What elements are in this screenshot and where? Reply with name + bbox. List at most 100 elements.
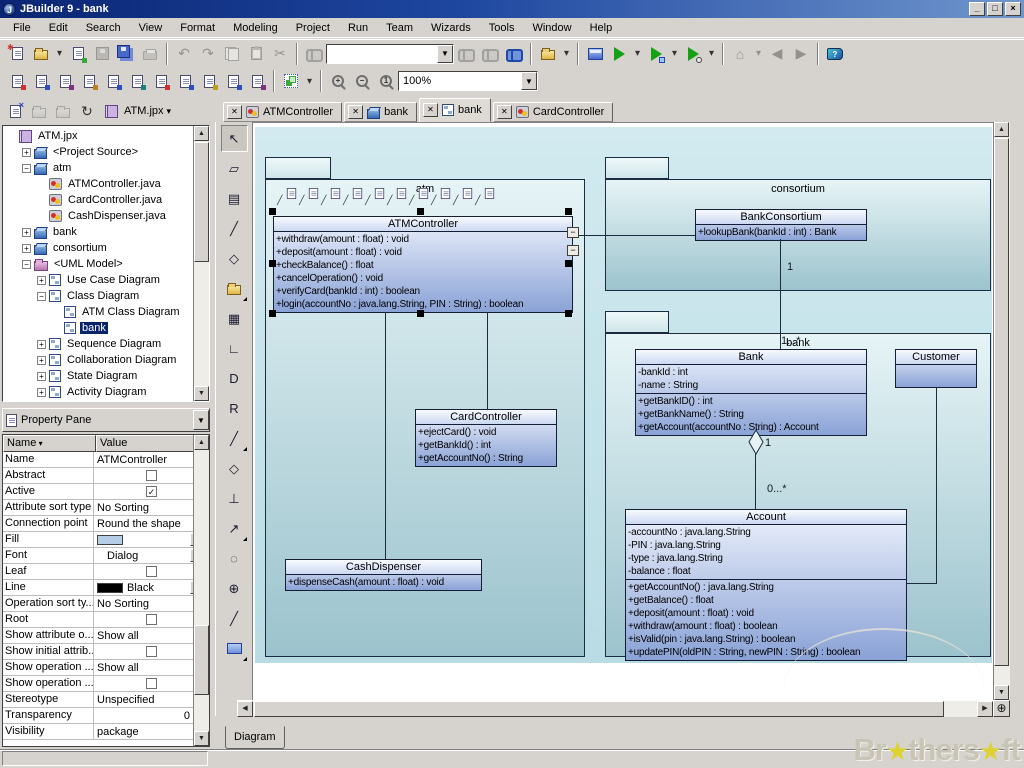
menu-project[interactable]: Project [287,20,339,36]
property-row-stereotype[interactable]: StereotypeUnspecified [3,692,209,708]
save-all-button[interactable] [114,42,138,66]
tree-item-atm[interactable]: −atm [3,160,209,176]
editor-tab-bank[interactable]: ✕bank [344,102,417,122]
tree-item--uml-model-[interactable]: −<UML Model> [3,256,209,272]
property-value[interactable]: Black... [94,580,209,595]
expand-toggle-icon[interactable]: + [22,244,31,253]
property-row-name[interactable]: NameATMController [3,452,209,468]
title-bar[interactable]: J JBuilder 9 - bank _ □ × [0,0,1024,18]
selection-handle[interactable] [417,208,424,215]
tree-item-bank[interactable]: bank [3,320,209,336]
menu-run[interactable]: Run [339,20,377,36]
property-row-fill[interactable]: Fill... [3,532,209,548]
uml-tool-1[interactable] [5,69,29,93]
tab-diagram[interactable]: Diagram [225,726,285,749]
note-tool[interactable]: ▤ [221,185,248,212]
association-tool[interactable]: ╱ [221,215,248,242]
property-pane-header[interactable]: Property Pane ▼ [2,408,210,432]
property-value[interactable]: Show all [94,628,209,643]
add-generalization-button[interactable] [387,187,407,204]
property-value[interactable] [94,612,209,627]
menu-team[interactable]: Team [377,20,422,36]
selection-handle[interactable] [417,310,424,317]
selection-handle[interactable] [269,260,276,267]
scroll-down-icon[interactable]: ▼ [194,731,209,746]
close-button[interactable]: × [1005,2,1021,16]
link-tool[interactable]: ╱ [221,425,248,452]
aggregation-link-tool[interactable]: ◇ [221,245,248,272]
chevron-down-icon[interactable]: ▼ [521,72,537,90]
property-row-show-initial-attrib-[interactable]: Show initial attrib... [3,644,209,660]
menu-view[interactable]: View [130,20,172,36]
runtime-config-button[interactable] [536,42,560,66]
property-value[interactable] [94,644,209,659]
checkbox-icon[interactable] [146,566,157,577]
property-row-font[interactable]: FontDialog... [3,548,209,564]
state-tool[interactable]: ◌ [221,545,248,572]
tree-item--project-source-[interactable]: +<Project Source> [3,144,209,160]
uml-tool-2[interactable] [29,69,53,93]
uml-tool-10[interactable] [221,69,245,93]
eraser-tool[interactable]: ▱ [221,155,248,182]
property-value[interactable]: 0▸ [94,708,209,723]
property-value[interactable]: Unspecified [94,692,209,707]
property-row-show-operation-[interactable]: Show operation ...Show all [3,660,209,676]
add-composition-button[interactable] [365,187,385,204]
column-header-name[interactable]: Name ▾ [3,435,96,452]
debug-dropdown[interactable]: ▾ [668,42,681,66]
add-operation-button[interactable] [299,187,319,204]
expand-toggle-icon[interactable]: + [37,356,46,365]
menu-format[interactable]: Format [171,20,224,36]
property-row-line[interactable]: LineBlack... [3,580,209,596]
property-value[interactable] [94,676,209,691]
open-dropdown[interactable]: ▾ [53,42,66,66]
uml-tool-11[interactable] [245,69,269,93]
uml-class-bankconsortium[interactable]: BankConsortium+lookupBank(bankId : int) … [695,209,867,241]
package-tool[interactable] [221,275,248,302]
close-tab-icon[interactable]: ✕ [497,105,512,119]
tree-item-state-diagram[interactable]: +State Diagram [3,368,209,384]
scroll-thumb[interactable] [994,138,1009,666]
uml-class-customer[interactable]: Customer [895,349,977,388]
tree-item-class-diagram[interactable]: −Class Diagram [3,288,209,304]
open-file-button[interactable] [29,42,53,66]
property-value[interactable]: package [94,724,209,739]
expand-toggle-icon[interactable]: + [37,388,46,397]
minimize-button[interactable]: _ [969,2,985,16]
decision-tool[interactable]: ◇ [221,455,248,482]
expand-toggle-icon[interactable]: + [37,372,46,381]
tree-item-bank[interactable]: +bank [3,224,209,240]
editor-tab-bank-active[interactable]: ✕bank [419,98,491,122]
uml-tool-8[interactable] [173,69,197,93]
scroll-down-icon[interactable]: ▼ [194,386,209,401]
checkbox-icon[interactable] [146,470,157,481]
close-tab-icon[interactable]: ✕ [227,105,242,119]
dependency-tool[interactable]: D [221,365,248,392]
property-pane-dropdown[interactable]: ▼ [193,410,209,430]
tree-item-atm-jpx[interactable]: ATM.jpx [3,128,209,144]
uml-tool-9[interactable] [197,69,221,93]
property-row-connection-point[interactable]: Connection pointRound the shape [3,516,209,532]
zoom-in-button[interactable]: + [326,69,350,93]
add-note-button[interactable] [475,187,495,204]
expand-toggle-icon[interactable]: + [37,340,46,349]
grid-dropdown[interactable]: ▾ [303,69,316,93]
help-button[interactable]: ? [823,42,847,66]
selection-handle[interactable] [565,310,572,317]
extend-tool[interactable]: ⊕ [221,575,248,602]
tree-item-atmcontroller-java[interactable]: ATMController.java [3,176,209,192]
property-value[interactable] [94,564,209,579]
profile-project-button[interactable] [681,42,705,66]
message-tool[interactable]: ↗ [221,515,248,542]
tree-item-collaboration-diagram[interactable]: +Collaboration Diagram [3,352,209,368]
expand-toggle-icon[interactable]: + [37,276,46,285]
scroll-up-icon[interactable]: ▲ [194,435,209,450]
project-pages-icon[interactable] [100,100,122,122]
selection-handle[interactable] [269,208,276,215]
menu-window[interactable]: Window [523,20,580,36]
checkbox-icon[interactable] [146,646,157,657]
property-value[interactable]: No Sorting [94,596,209,611]
close-tab-icon[interactable]: ✕ [423,103,438,117]
close-project-button[interactable]: × [4,100,26,122]
tree-item-cashdispenser-java[interactable]: CashDispenser.java [3,208,209,224]
